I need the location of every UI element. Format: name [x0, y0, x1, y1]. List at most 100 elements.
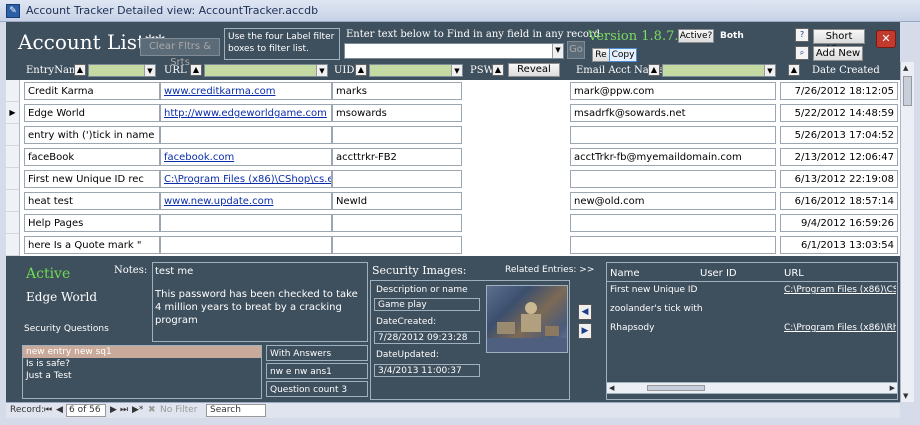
date-updated-field[interactable]: 3/4/2013 11:00:37: [374, 364, 480, 377]
search-input[interactable]: Search: [206, 404, 266, 417]
cell-email[interactable]: new@old.com: [570, 192, 776, 210]
find-input[interactable]: ▼: [344, 43, 564, 59]
filter-status[interactable]: No Filter: [160, 405, 197, 415]
current-record-icon[interactable]: ▶: [6, 102, 20, 124]
re-button[interactable]: Re: [592, 48, 610, 62]
cell-uid[interactable]: [332, 126, 462, 144]
cell-date[interactable]: 9/4/2012 16:59:26: [780, 214, 898, 232]
cell-entry[interactable]: Edge World: [24, 104, 160, 122]
clear-filters-button[interactable]: Clear Fltrs & Srts: [140, 38, 220, 68]
cell-entry[interactable]: heat test: [24, 192, 160, 210]
related-url[interactable]: C:\Program Files (x86)\CShop: [784, 285, 896, 295]
cell-date[interactable]: 2/13/2012 12:06:47: [780, 148, 898, 166]
table-row[interactable]: faceBook facebook.com accttrkr-FB2 acctT…: [6, 146, 900, 168]
chevron-down-icon[interactable]: ▼: [316, 65, 327, 76]
cell-entry[interactable]: faceBook: [24, 148, 160, 166]
next-image-icon[interactable]: ▶: [578, 323, 592, 339]
cell-entry[interactable]: entry with (')tick in name: [24, 126, 160, 144]
cell-entry[interactable]: Help Pages: [24, 214, 160, 232]
record-position-input[interactable]: 6 of 56: [66, 404, 106, 417]
col-uid[interactable]: UID: [334, 65, 354, 76]
print-preview-icon[interactable]: ⌕: [795, 46, 809, 60]
related-name[interactable]: First new Unique ID re: [610, 285, 698, 295]
security-image[interactable]: [486, 285, 568, 353]
close-form-icon[interactable]: ✕: [876, 30, 896, 48]
notes-textarea[interactable]: test me This password has been checked t…: [152, 262, 368, 342]
active-filter-button[interactable]: Active?: [678, 29, 714, 43]
prev-image-icon[interactable]: ◀: [578, 304, 592, 320]
cell-url[interactable]: www.new.update.com: [160, 192, 332, 210]
related-url[interactable]: C:\Program Files (x86)\Rhaps: [784, 323, 896, 333]
cell-url[interactable]: [160, 214, 332, 232]
related-entries-link[interactable]: Related Entries: >>: [505, 265, 594, 275]
reveal-button[interactable]: Reveal: [508, 63, 560, 77]
sort-uid-icon[interactable]: ▲: [355, 64, 367, 76]
scroll-left-icon[interactable]: ◀: [609, 384, 614, 392]
sort-psw-icon[interactable]: ▲: [492, 64, 504, 76]
cell-email[interactable]: [570, 214, 776, 232]
email-filter-combo[interactable]: ▼: [662, 64, 776, 77]
cell-url[interactable]: facebook.com: [160, 148, 332, 166]
cell-entry[interactable]: Credit Karma: [24, 82, 160, 100]
table-row[interactable]: heat test www.new.update.com NewId new@o…: [6, 190, 900, 212]
cell-email[interactable]: mark@ppw.com: [570, 82, 776, 100]
col-date-created[interactable]: Date Created: [812, 65, 880, 76]
cell-uid[interactable]: [332, 170, 462, 188]
cell-uid[interactable]: [332, 214, 462, 232]
record-selector[interactable]: [6, 212, 20, 234]
scroll-down-icon[interactable]: ▼: [903, 392, 908, 400]
cell-url[interactable]: C:\Program Files (x86)\CShop\cs.e:: [160, 170, 332, 188]
copy-button[interactable]: Copy: [609, 48, 637, 62]
col-url[interactable]: URL: [164, 65, 187, 76]
prev-record-icon[interactable]: ◀: [56, 405, 63, 415]
chevron-down-icon[interactable]: ▼: [144, 65, 155, 76]
cell-entry[interactable]: here Is a Quote mark ": [24, 236, 160, 254]
table-row[interactable]: Help Pages 9/4/2012 16:59:26: [6, 212, 900, 234]
cell-uid[interactable]: accttrkr-FB2: [332, 148, 462, 166]
cell-email[interactable]: msadrfk@sowards.net: [570, 104, 776, 122]
cell-date[interactable]: 7/26/2012 18:12:05: [780, 82, 898, 100]
uid-filter-combo[interactable]: ▼: [369, 64, 463, 77]
new-record-icon[interactable]: ▶*: [132, 405, 143, 415]
scroll-thumb[interactable]: [647, 385, 705, 391]
sort-date-icon[interactable]: ▲: [788, 64, 800, 76]
record-selector[interactable]: [6, 124, 20, 146]
scroll-right-icon[interactable]: ▶: [890, 384, 895, 392]
desc-field[interactable]: Game play: [374, 298, 480, 311]
cell-email[interactable]: [570, 170, 776, 188]
next-record-icon[interactable]: ▶: [110, 405, 117, 415]
sort-entry-icon[interactable]: ▲: [74, 64, 86, 76]
cell-uid[interactable]: marks: [332, 82, 462, 100]
cell-email[interactable]: acctTrkr-fb@myemaildomain.com: [570, 148, 776, 166]
record-selector[interactable]: [6, 234, 20, 256]
first-record-icon[interactable]: ⏮: [44, 405, 52, 415]
list-item[interactable]: new entry new sq1: [23, 346, 261, 358]
security-questions-list[interactable]: new entry new sq1 Is is safe? Just a Tes…: [22, 345, 262, 399]
cell-date[interactable]: 6/13/2012 22:19:08: [780, 170, 898, 188]
chevron-down-icon[interactable]: ▼: [764, 65, 775, 76]
cell-uid[interactable]: [332, 236, 462, 254]
scroll-thumb[interactable]: [903, 76, 912, 106]
record-selector[interactable]: [6, 190, 20, 212]
scroll-up-icon[interactable]: ▲: [903, 64, 908, 72]
go-button[interactable]: Go: [567, 41, 585, 59]
table-row[interactable]: ▶ Edge World http://www.edgeworldgame.co…: [6, 102, 900, 124]
short-view-button[interactable]: Short View: [813, 29, 865, 55]
table-row[interactable]: here Is a Quote mark " 6/1/2013 13:03:54: [6, 234, 900, 256]
related-name[interactable]: Rhapsody: [610, 323, 698, 333]
cell-url[interactable]: www.creditkarma.com: [160, 82, 332, 100]
with-answers-label[interactable]: With Answers: [266, 345, 368, 361]
entry-filter-combo[interactable]: ▼: [88, 64, 156, 77]
related-name[interactable]: zoolander's tick with: [610, 304, 720, 314]
last-record-icon[interactable]: ⏭: [120, 405, 128, 415]
cell-url[interactable]: [160, 236, 332, 254]
cell-date[interactable]: 6/1/2013 13:03:54: [780, 236, 898, 254]
cell-email[interactable]: [570, 236, 776, 254]
table-row[interactable]: First new Unique ID rec C:\Program Files…: [6, 168, 900, 190]
record-selector[interactable]: [6, 80, 20, 102]
cell-date[interactable]: 6/16/2012 18:57:14: [780, 192, 898, 210]
date-created-field[interactable]: 7/28/2012 09:23:28: [374, 331, 480, 344]
cell-url[interactable]: http://www.edgeworldgame.com: [160, 104, 332, 122]
sort-email-icon[interactable]: ▲: [648, 64, 660, 76]
cell-entry[interactable]: First new Unique ID rec: [24, 170, 160, 188]
